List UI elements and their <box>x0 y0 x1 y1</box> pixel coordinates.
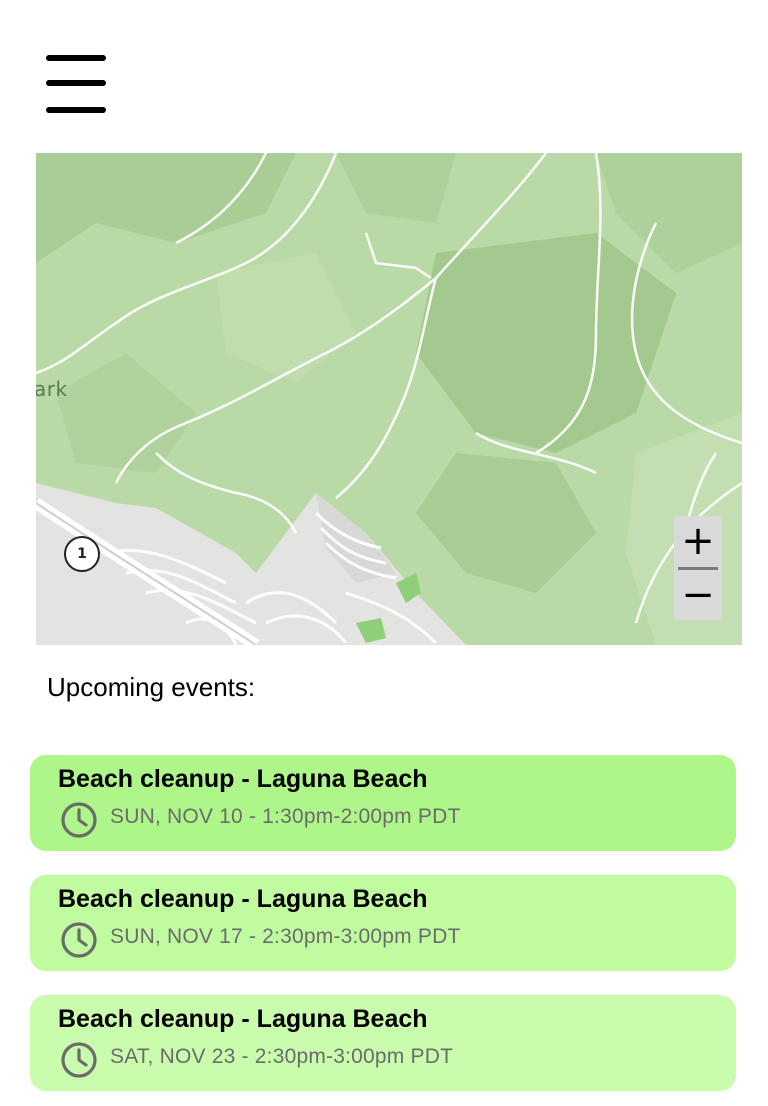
menu-bar <box>46 107 106 113</box>
zoom-out-button[interactable]: − <box>674 570 722 620</box>
event-time: SUN, NOV 10 - 1:30pm-2:00pm PDT <box>110 805 461 828</box>
map-terrain <box>36 153 742 645</box>
zoom-in-button[interactable]: + <box>674 516 722 566</box>
clock-icon <box>61 802 97 838</box>
clock-icon <box>61 922 97 958</box>
upcoming-events-title: Upcoming events: <box>47 672 256 702</box>
highway-shield-icon: 1 <box>64 536 100 572</box>
zoom-control: + − <box>674 516 722 620</box>
event-time: SUN, NOV 17 - 2:30pm-3:00pm PDT <box>110 925 461 948</box>
event-time: SAT, NOV 23 - 2:30pm-3:00pm PDT <box>110 1045 454 1068</box>
event-card[interactable]: Beach cleanup - Laguna Beach SUN, NOV 17… <box>30 875 736 971</box>
event-title: Beach cleanup - Laguna Beach <box>58 765 428 793</box>
map[interactable]: ark l 1 + − <box>36 153 742 645</box>
clock-icon <box>61 1042 97 1078</box>
event-title: Beach cleanup - Laguna Beach <box>58 1005 428 1033</box>
hamburger-menu-icon[interactable] <box>44 52 108 118</box>
map-place-label: ark <box>36 377 68 401</box>
menu-bar <box>46 80 106 86</box>
event-card[interactable]: Beach cleanup - Laguna Beach SAT, NOV 23… <box>30 995 736 1091</box>
menu-bar <box>46 55 106 61</box>
event-title: Beach cleanup - Laguna Beach <box>58 885 428 913</box>
event-card[interactable]: Beach cleanup - Laguna Beach SUN, NOV 10… <box>30 755 736 851</box>
